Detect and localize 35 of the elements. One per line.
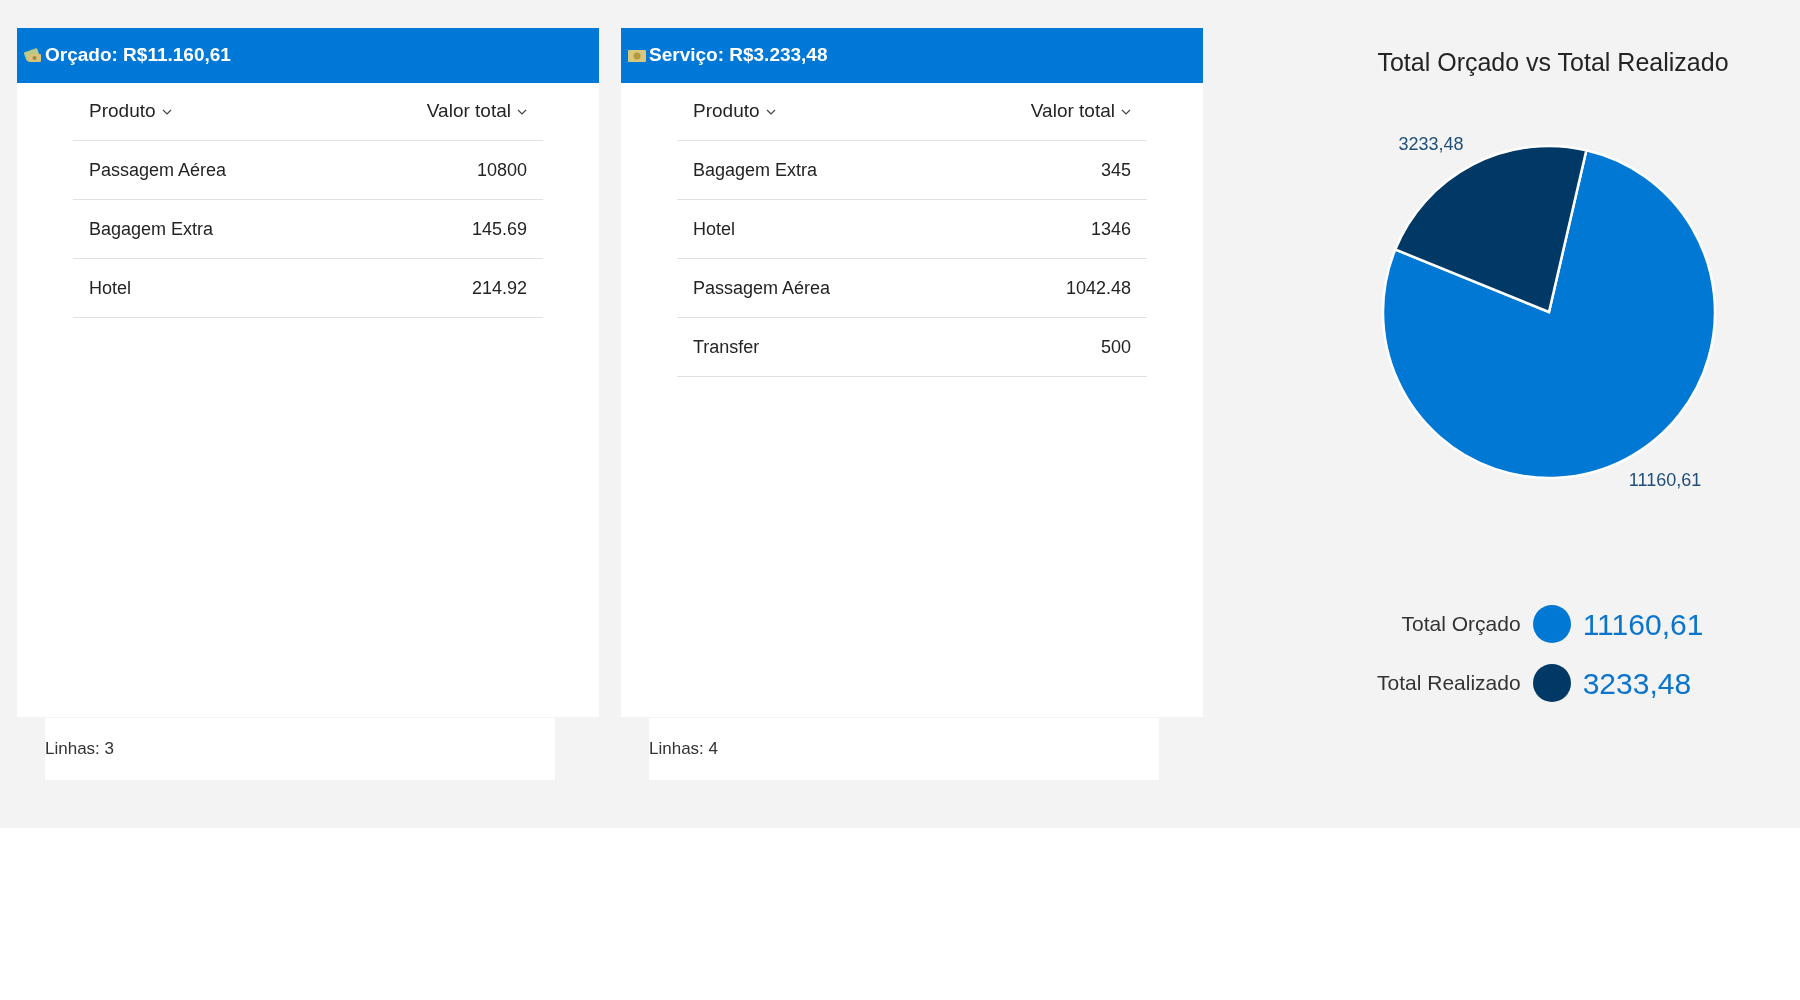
chart-title: Total Orçado vs Total Realizado: [1377, 47, 1729, 78]
column-header[interactable]: Valor total: [426, 97, 527, 126]
table-cell-text: Hotel: [693, 217, 736, 241]
chevron-down-icon: [1121, 108, 1131, 115]
banknote-icon: [627, 48, 647, 63]
chevron-down-icon: [161, 108, 172, 115]
data-label: 3233,48: [1398, 133, 1464, 154]
row-count: Linhas: 3: [45, 738, 114, 761]
legend-value: 3233,48: [1582, 665, 1692, 702]
table-cell-text: 500: [1100, 335, 1131, 359]
table-cell-text: 1042.48: [1065, 276, 1131, 300]
table-cell-text: 345: [1100, 158, 1131, 182]
legend-label: Total Orçado: [1400, 611, 1521, 638]
column-header[interactable]: Produto: [89, 97, 172, 126]
column-header[interactable]: Produto: [693, 97, 776, 126]
legend-value: 11160,61: [1582, 606, 1704, 643]
table-cell-text: Bagagem Extra: [89, 217, 214, 241]
table-cell-text: Bagagem Extra: [693, 158, 818, 182]
table-cell-text: 1346: [1090, 217, 1131, 241]
table-cell-text: Hotel: [89, 276, 132, 300]
data-label: 11160,61: [1628, 469, 1702, 490]
row-count: Linhas: 4: [649, 738, 718, 761]
money-icon: [23, 46, 43, 65]
table-cell-text: Passagem Aérea: [89, 158, 227, 182]
column-header[interactable]: Valor total: [1030, 97, 1131, 126]
table-cell-text: Transfer: [693, 335, 760, 359]
card-title: Serviço: R$3.233,48: [649, 43, 828, 68]
chevron-down-icon: [765, 108, 776, 115]
table-cell-text: 145.69: [471, 217, 527, 241]
legend-label: Total Realizado: [1376, 670, 1521, 697]
table-cell-text: 214.92: [471, 276, 527, 300]
table-cell-text: Passagem Aérea: [693, 276, 831, 300]
card-title: Orçado: R$11.160,61: [45, 43, 231, 68]
table-cell-text: 10800: [476, 158, 527, 182]
chevron-down-icon: [517, 108, 527, 115]
